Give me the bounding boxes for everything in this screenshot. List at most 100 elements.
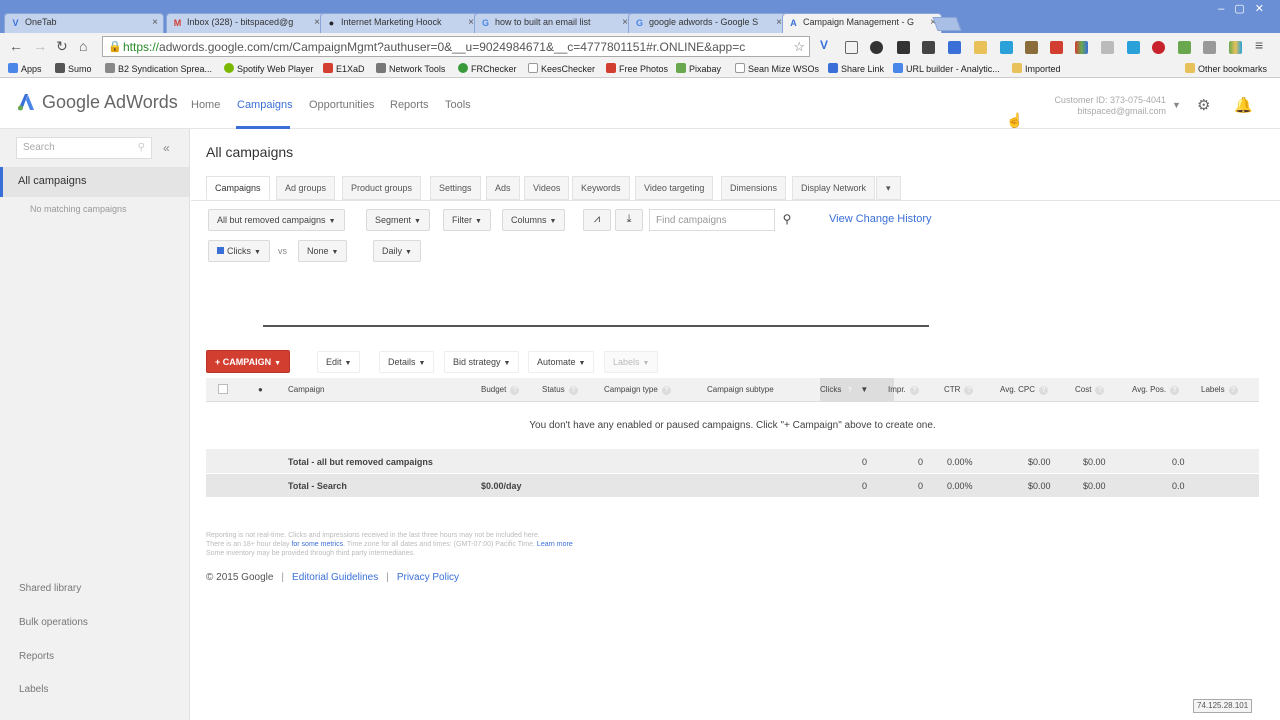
bid-strategy-dropdown[interactable]: Bid strategy ▼ xyxy=(444,351,520,373)
bookmark-folder[interactable]: Imported xyxy=(1012,63,1061,74)
extension-v-icon[interactable]: V xyxy=(820,38,833,52)
extension-buffer-icon[interactable] xyxy=(922,41,935,54)
browser-tab-active[interactable]: A Campaign Management - G × xyxy=(782,13,942,33)
bookmark-star-icon[interactable]: ☆ xyxy=(793,39,805,55)
tab-keywords[interactable]: Keywords xyxy=(572,176,630,200)
bookmark-item[interactable]: E1XaD xyxy=(323,63,365,74)
column-budget[interactable]: Budget? xyxy=(481,385,520,395)
gear-icon[interactable]: ⚙ xyxy=(1197,96,1210,114)
tab-product-groups[interactable]: Product groups xyxy=(342,176,422,200)
forward-icon[interactable]: → xyxy=(33,38,47,54)
nav-reports[interactable]: Reports xyxy=(390,99,429,111)
address-bar[interactable]: 🔒 https://adwords.google.com/cm/Campaign… xyxy=(102,36,810,57)
window-controls[interactable]: –▢✕ xyxy=(1218,2,1274,15)
view-change-history-link[interactable]: View Change History xyxy=(829,213,932,225)
column-campaign-subtype[interactable]: Campaign subtype xyxy=(707,385,774,394)
bookmark-item[interactable]: Apps xyxy=(8,63,42,74)
find-campaigns-input[interactable]: Find campaigns xyxy=(649,209,775,231)
sidebar-link-bulk-operations[interactable]: Bulk operations xyxy=(19,617,88,628)
tab-campaigns[interactable]: Campaigns xyxy=(206,176,270,200)
back-icon[interactable]: ← xyxy=(9,38,23,54)
search-icon[interactable]: ⚲ xyxy=(775,209,799,231)
column-campaign[interactable]: Campaign xyxy=(288,385,324,394)
learn-more-link[interactable]: Learn more xyxy=(537,541,573,548)
extension-crop-icon[interactable] xyxy=(845,41,858,54)
browser-tab[interactable]: V OneTab × xyxy=(4,13,164,33)
some-metrics-link[interactable]: for some metrics xyxy=(291,541,343,548)
help-icon[interactable]: ? xyxy=(1095,386,1105,395)
bookmark-item[interactable]: Share Link xyxy=(828,63,884,74)
bookmark-item[interactable]: B2 Syndication Sprea... xyxy=(105,63,212,74)
columns-dropdown[interactable]: Columns ▼ xyxy=(502,209,566,231)
campaign-status-filter-dropdown[interactable]: All but removed campaigns ▼ xyxy=(208,209,345,231)
extension-icon[interactable] xyxy=(897,41,910,54)
nav-campaigns[interactable]: Campaigns xyxy=(237,99,293,111)
collapse-sidebar-icon[interactable]: « xyxy=(163,141,170,155)
status-dot-column[interactable]: ● xyxy=(258,385,263,394)
extension-icon[interactable] xyxy=(974,41,987,54)
automate-dropdown[interactable]: Automate ▼ xyxy=(528,351,595,373)
column-status[interactable]: Status? xyxy=(542,385,578,395)
menu-icon[interactable]: ≡ xyxy=(1255,37,1263,53)
chevron-down-icon[interactable]: ▼ xyxy=(1172,100,1181,110)
help-icon[interactable]: ? xyxy=(1038,386,1048,395)
metric1-dropdown[interactable]: Clicks ▼ xyxy=(208,240,270,262)
sidebar-search-input[interactable]: Search ⚲ xyxy=(16,137,152,159)
privacy-policy-link[interactable]: Privacy Policy xyxy=(397,572,459,583)
column-cost[interactable]: Cost? xyxy=(1075,385,1105,395)
notification-bell-icon[interactable]: 🔔 xyxy=(1234,96,1253,114)
help-icon[interactable]: ? xyxy=(909,386,919,395)
tab-dimensions[interactable]: Dimensions xyxy=(721,176,787,200)
bookmark-item[interactable]: KeesChecker xyxy=(528,63,595,74)
select-all-checkbox[interactable] xyxy=(218,384,228,394)
extension-icon[interactable] xyxy=(1050,41,1063,54)
tab-ads[interactable]: Ads xyxy=(486,176,520,200)
extension-icon[interactable] xyxy=(1025,41,1038,54)
extension-color-icon[interactable] xyxy=(1075,41,1088,54)
help-icon[interactable]: ? xyxy=(964,386,974,395)
column-clicks[interactable]: Clicks? ▼ xyxy=(820,385,868,395)
bookmark-item[interactable]: Spotify Web Player xyxy=(224,63,313,74)
tab-videos[interactable]: Videos xyxy=(524,176,570,200)
extension-icon[interactable] xyxy=(870,41,883,54)
extension-icon[interactable] xyxy=(1000,41,1013,54)
browser-tab[interactable]: Ghow to built an email list × xyxy=(474,13,634,33)
add-campaign-button[interactable]: + CAMPAIGN ▼ xyxy=(206,350,291,373)
tab-settings[interactable]: Settings xyxy=(430,176,481,200)
extension-icon[interactable] xyxy=(948,41,961,54)
browser-tab[interactable]: ● Internet Marketing Hoock × xyxy=(320,13,480,33)
column-avg-cpc[interactable]: Avg. CPC? xyxy=(1000,385,1048,395)
filter-dropdown[interactable]: Filter ▼ xyxy=(443,209,491,231)
pinterest-icon[interactable] xyxy=(1152,41,1165,54)
close-icon[interactable]: × xyxy=(152,17,158,28)
tab-ad-groups[interactable]: Ad groups xyxy=(276,176,336,200)
sidebar-link-reports[interactable]: Reports xyxy=(19,651,54,662)
sidebar-link-labels[interactable]: Labels xyxy=(19,684,48,695)
help-icon[interactable]: ? xyxy=(1228,386,1238,395)
extension-icon[interactable] xyxy=(1127,41,1140,54)
bookmark-item[interactable]: FRChecker xyxy=(458,63,517,74)
more-tabs-button[interactable]: ▾ xyxy=(876,176,901,200)
help-icon[interactable]: ? xyxy=(1170,386,1180,395)
period-dropdown[interactable]: Daily ▼ xyxy=(373,240,421,262)
column-impressions[interactable]: Impr.? xyxy=(888,385,919,395)
column-labels[interactable]: Labels? xyxy=(1201,385,1238,395)
extension-icon[interactable] xyxy=(1203,41,1216,54)
bookmark-item[interactable]: Network Tools xyxy=(376,63,445,74)
segment-dropdown[interactable]: Segment ▼ xyxy=(366,209,430,231)
bookmark-item[interactable]: Sumo xyxy=(55,63,92,74)
toggle-graph-icon[interactable]: ⩘ xyxy=(583,209,611,231)
new-tab-button[interactable] xyxy=(932,17,962,31)
bookmark-folder[interactable]: Other bookmarks xyxy=(1185,63,1267,74)
tab-video-targeting[interactable]: Video targeting xyxy=(635,176,714,200)
account-info[interactable]: Customer ID: 373-075-4041 bitspaced@gmai… xyxy=(1054,95,1166,117)
home-icon[interactable]: ⌂ xyxy=(79,38,87,54)
editorial-guidelines-link[interactable]: Editorial Guidelines xyxy=(292,572,378,583)
metric2-dropdown[interactable]: None ▼ xyxy=(298,240,348,262)
browser-tab[interactable]: M Inbox (328) - bitspaced@g × xyxy=(166,13,326,33)
edit-dropdown[interactable]: Edit ▼ xyxy=(317,351,361,373)
sidebar-item-all-campaigns[interactable]: All campaigns xyxy=(0,167,189,197)
column-campaign-type[interactable]: Campaign type? xyxy=(604,385,671,395)
bookmark-item[interactable]: Sean Mize WSOs xyxy=(735,63,819,74)
extension-icon[interactable] xyxy=(1178,41,1191,54)
